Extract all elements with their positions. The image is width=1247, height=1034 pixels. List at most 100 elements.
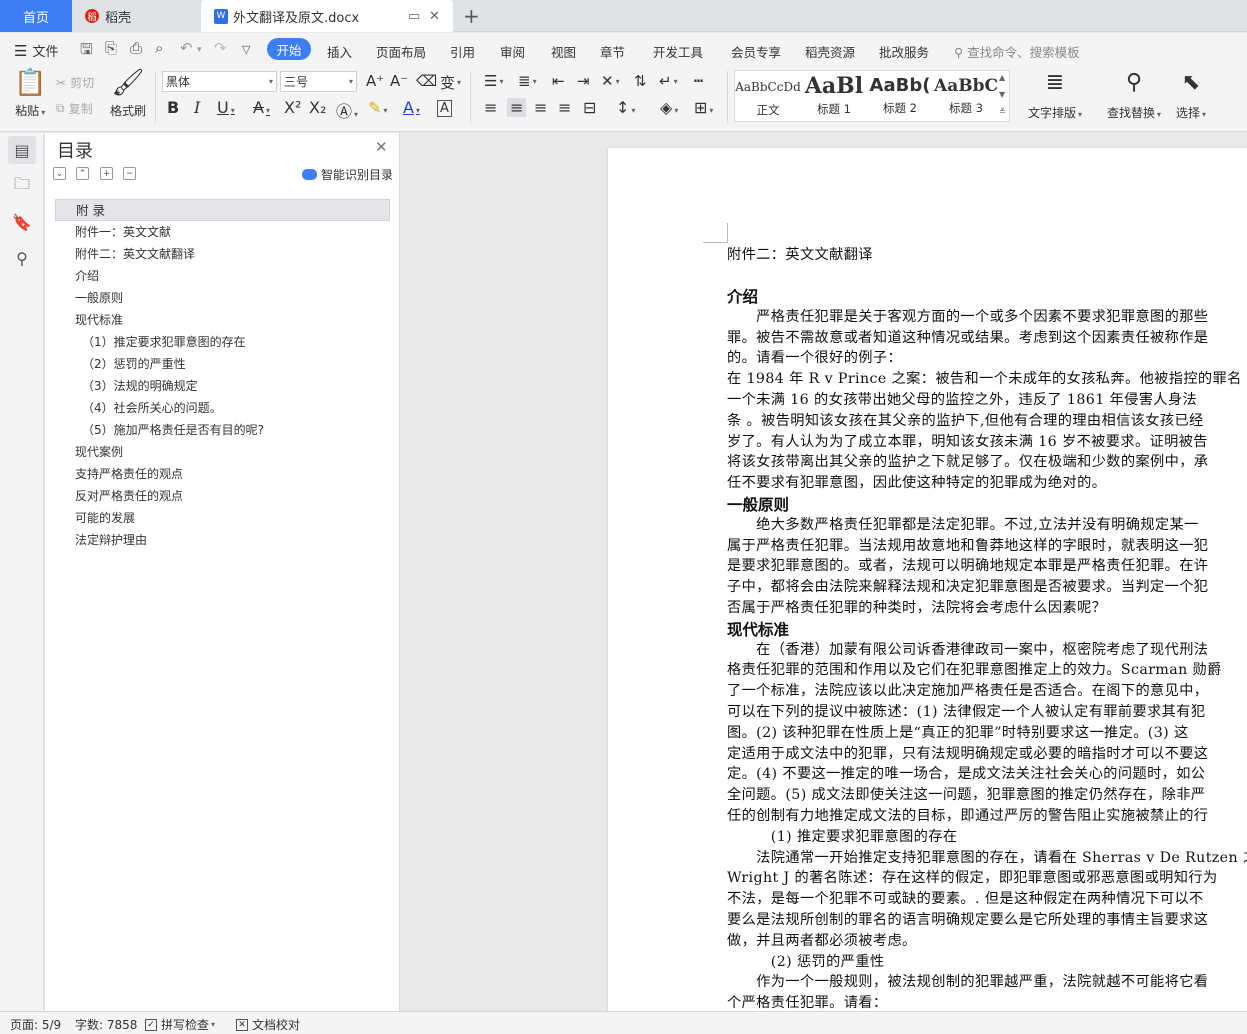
shading-icon[interactable]: ◈ ▾ bbox=[660, 98, 678, 117]
style-heading-1[interactable]: AaBl 标题 1 bbox=[801, 71, 867, 121]
text-layout-button[interactable]: ≣ 文字排版 ▾ bbox=[1028, 70, 1082, 121]
toc-item[interactable]: 现代案例 bbox=[55, 441, 390, 463]
highlight-icon[interactable]: ✎ ▾ bbox=[368, 98, 387, 117]
document-page[interactable]: 附件二：英文文献翻译 介绍 严格责任犯罪是关于客观方面的一个或多个因素不要求犯罪意… bbox=[608, 148, 1247, 1011]
toc-item[interactable]: 介绍 bbox=[55, 265, 390, 287]
menu-page-layout[interactable]: 页面布局 bbox=[376, 42, 426, 61]
show-marks-icon[interactable]: ↵ ▾ bbox=[659, 72, 678, 90]
style-heading-3[interactable]: AaBbC 标题 3 bbox=[933, 71, 999, 121]
style-normal[interactable]: AaBbCcDd 正文 bbox=[735, 71, 801, 121]
tab-home[interactable]: 首页 bbox=[0, 0, 72, 32]
export-pdf-icon[interactable]: ⎘ bbox=[105, 39, 117, 57]
line-spacing-icon[interactable]: ↕ ▾ bbox=[616, 98, 635, 117]
chinese-layout-icon[interactable]: ✕ ▾ bbox=[601, 72, 620, 90]
spell-check-button[interactable]: ✓ 拼写检查 ▾ bbox=[145, 1016, 215, 1033]
toc-item[interactable]: 附件一：英文文献 bbox=[55, 221, 390, 243]
menu-references[interactable]: 引用 bbox=[450, 42, 475, 61]
toc-panel-icon[interactable]: ▤ bbox=[8, 136, 36, 164]
format-painter-button[interactable]: 🖌 格式刷 bbox=[110, 70, 146, 119]
chapter-nav-icon[interactable]: 🗀 bbox=[8, 172, 36, 200]
select-button[interactable]: ⬉ 选择 ▾ bbox=[1176, 70, 1206, 121]
search-panel-icon[interactable]: ⚲ bbox=[8, 244, 36, 272]
menu-review[interactable]: 审阅 bbox=[500, 42, 525, 61]
undo-icon[interactable]: ↶ bbox=[180, 39, 193, 57]
toc-item[interactable]: 支持严格责任的观点 bbox=[55, 463, 390, 485]
menu-view[interactable]: 视图 bbox=[551, 42, 576, 61]
toc-item[interactable]: 一般原则 bbox=[55, 287, 390, 309]
file-menu[interactable]: ☰ 文件 bbox=[14, 41, 58, 61]
expand-all-icon[interactable]: + bbox=[100, 167, 113, 180]
align-right-icon[interactable]: ≡ bbox=[534, 98, 547, 117]
proofread-button[interactable]: ✕ 文档校对 bbox=[236, 1016, 300, 1033]
toc-item[interactable]: （3）法规的明确规定 bbox=[55, 375, 390, 397]
shrink-font-icon[interactable]: A⁻ bbox=[390, 72, 408, 90]
toc-item[interactable]: 法定辩护理由 bbox=[55, 529, 390, 551]
increase-indent-icon[interactable]: ⇥ bbox=[577, 72, 590, 90]
toc-item[interactable]: 附 录 bbox=[55, 199, 390, 221]
distribute-icon[interactable]: ⊟ bbox=[583, 98, 596, 117]
smart-toc-button[interactable]: 智能识别目录 bbox=[302, 166, 393, 183]
menu-developer[interactable]: 开发工具 bbox=[653, 42, 703, 61]
superscript-icon[interactable]: X² bbox=[284, 98, 301, 117]
toc-item[interactable]: 现代标准 bbox=[55, 309, 390, 331]
print-preview-icon[interactable]: ⌕ bbox=[155, 39, 163, 57]
clear-format-icon[interactable]: ⌫ bbox=[416, 72, 437, 90]
char-border-icon[interactable]: A bbox=[437, 100, 452, 117]
align-center-icon[interactable]: ≡ bbox=[507, 98, 527, 117]
close-tab-icon[interactable]: ✕ bbox=[429, 9, 440, 24]
menu-start[interactable]: 开始 bbox=[267, 38, 311, 60]
customize-toolbar-icon[interactable]: ▽ bbox=[242, 43, 250, 56]
toc-item[interactable]: （4）社会所关心的问题。 bbox=[55, 397, 390, 419]
copy-button[interactable]: ⧉ 复制 bbox=[56, 100, 93, 117]
justify-icon[interactable]: ≡ bbox=[558, 98, 571, 117]
expand-level-icon[interactable]: ⌃ bbox=[76, 167, 89, 180]
tab-document[interactable]: W 外文翻译及原文.docx ▭ ✕ bbox=[201, 0, 453, 32]
tab-docer[interactable]: 稻 稻壳 bbox=[73, 0, 201, 32]
print-icon[interactable]: ⎙ bbox=[130, 39, 142, 57]
gallery-expand-icon[interactable]: ≚ bbox=[999, 107, 1006, 116]
decrease-indent-icon[interactable]: ⇤ bbox=[552, 72, 565, 90]
gallery-scroll-up-icon[interactable]: ▲ bbox=[999, 73, 1005, 82]
font-color-icon[interactable]: A ▾ bbox=[403, 98, 420, 117]
save-icon[interactable]: 🖫 bbox=[80, 39, 93, 64]
borders-icon[interactable]: ⊞ ▾ bbox=[694, 98, 713, 117]
gallery-scroll-down-icon[interactable]: ▼ bbox=[999, 90, 1005, 99]
toc-item[interactable]: 附件二：英文文献翻译 bbox=[55, 243, 390, 265]
menu-correction[interactable]: 批改服务 bbox=[879, 42, 929, 61]
document-area[interactable]: 附件二：英文文献翻译 介绍 严格责任犯罪是关于客观方面的一个或多个因素不要求犯罪意… bbox=[400, 133, 1247, 1011]
find-replace-button[interactable]: ⚲ 查找替换 ▾ bbox=[1107, 70, 1161, 121]
cut-button[interactable]: ✂ 剪切 bbox=[56, 74, 94, 91]
toc-item[interactable]: （2）惩罚的严重性 bbox=[55, 353, 390, 375]
paste-button[interactable]: 📋 粘贴 ▾ bbox=[14, 70, 46, 119]
subscript-icon[interactable]: X₂ bbox=[309, 98, 326, 117]
strikethrough-icon[interactable]: A ▾ bbox=[253, 98, 270, 117]
close-icon[interactable]: ✕ bbox=[375, 138, 388, 156]
font-family-select[interactable]: 黑体 ▾ bbox=[162, 71, 277, 92]
window-mode-icon[interactable]: ▭ bbox=[408, 9, 420, 24]
toc-item[interactable]: （1）推定要求犯罪意图的存在 bbox=[55, 331, 390, 353]
sort-icon[interactable]: ⇅ bbox=[634, 72, 647, 90]
bold-icon[interactable]: B bbox=[167, 98, 179, 117]
phonetic-guide-icon[interactable]: 变 ▾ bbox=[440, 72, 461, 93]
toc-item[interactable]: 可能的发展 bbox=[55, 507, 390, 529]
new-tab-icon[interactable]: + bbox=[463, 4, 480, 28]
style-heading-2[interactable]: AaBb( 标题 2 bbox=[867, 71, 933, 121]
collapse-level-icon[interactable]: ⌄ bbox=[53, 167, 66, 180]
page-indicator[interactable]: 页面: 5/9 bbox=[10, 1016, 61, 1033]
menu-docer-resources[interactable]: 稻壳资源 bbox=[805, 42, 855, 61]
collapse-all-icon[interactable]: − bbox=[123, 167, 136, 180]
text-effect-icon[interactable]: Ⓐ ▾ bbox=[336, 98, 358, 122]
align-left-icon[interactable]: ≡ bbox=[484, 98, 497, 117]
numbered-list-icon[interactable]: ≣ ▾ bbox=[518, 72, 537, 90]
font-size-select[interactable]: 三号 ▾ bbox=[280, 71, 357, 92]
word-count[interactable]: 字数: 7858 bbox=[75, 1016, 137, 1033]
menu-insert[interactable]: 插入 bbox=[327, 42, 352, 61]
grow-font-icon[interactable]: A⁺ bbox=[366, 72, 384, 90]
menu-chapter[interactable]: 章节 bbox=[600, 42, 625, 61]
italic-icon[interactable]: I bbox=[194, 98, 200, 117]
ruler-icon[interactable]: ┅ bbox=[694, 72, 703, 90]
underline-icon[interactable]: U ▾ bbox=[217, 98, 235, 117]
toc-item[interactable]: （5）施加严格责任是否有目的呢? bbox=[55, 419, 390, 441]
bookmark-icon[interactable]: 🔖 bbox=[8, 208, 36, 236]
command-search[interactable]: ⚲ 查找命令、搜索模板 bbox=[954, 42, 1080, 61]
